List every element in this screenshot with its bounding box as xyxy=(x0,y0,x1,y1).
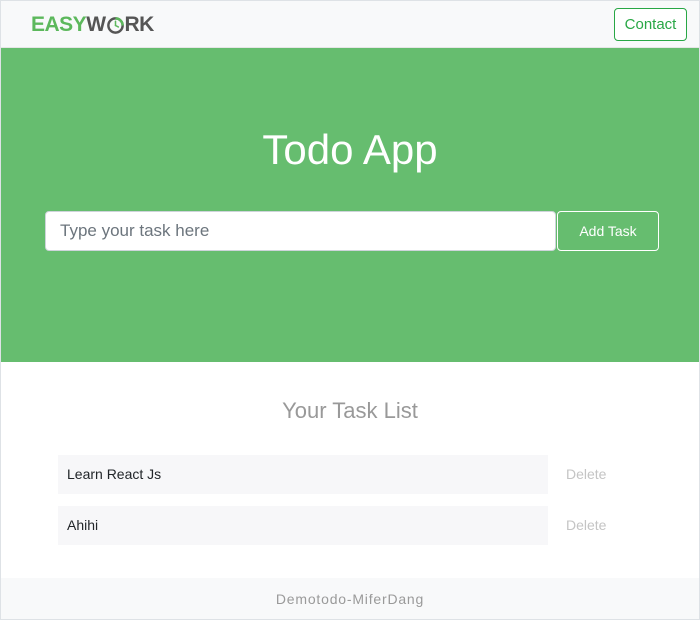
app-window: EASY W RK Contact Todo App Add Task Your… xyxy=(0,0,700,620)
contact-button[interactable]: Contact xyxy=(614,8,687,41)
logo[interactable]: EASY W RK xyxy=(31,13,154,37)
task-list-title: Your Task List xyxy=(282,398,418,423)
logo-text-work: W RK xyxy=(86,13,154,37)
logo-letter-w: W xyxy=(86,13,106,36)
footer: Demotodo-MiferDang xyxy=(1,578,699,619)
task-row: Ahihi Delete xyxy=(58,506,658,545)
task-item-text[interactable]: Learn React Js xyxy=(58,455,548,494)
hero-section: Todo App Add Task xyxy=(1,48,699,362)
task-item-text[interactable]: Ahihi xyxy=(58,506,548,545)
task-row: Learn React Js Delete xyxy=(58,455,658,494)
logo-text-easy: EASY xyxy=(31,13,87,36)
add-task-button[interactable]: Add Task xyxy=(557,211,659,251)
page-title: Todo App xyxy=(262,126,438,173)
logo-letters-rk: RK xyxy=(124,13,155,36)
delete-button[interactable]: Delete xyxy=(566,455,606,494)
clock-icon xyxy=(106,16,124,34)
task-input[interactable] xyxy=(45,211,556,251)
task-list: Learn React Js Delete Ahihi Delete xyxy=(58,455,658,557)
delete-button[interactable]: Delete xyxy=(566,506,606,545)
navbar: EASY W RK Contact xyxy=(1,1,699,48)
